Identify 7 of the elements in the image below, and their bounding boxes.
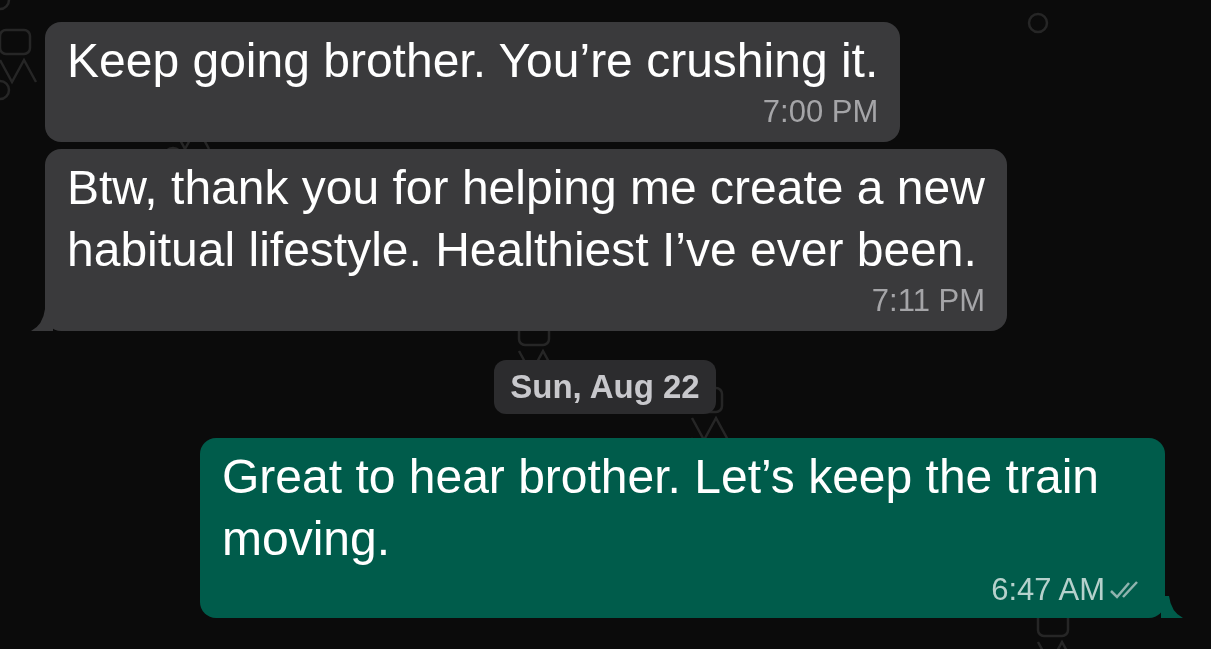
message-text: Btw, thank you for helping me create a new habitual lifestyle. Healthiest I’ve ever been.	[67, 161, 985, 276]
message-time: 7:11 PM	[870, 282, 985, 320]
message-time: 7:00 PM	[761, 93, 879, 131]
message-text: Keep going brother. You’re crushing it.	[67, 34, 879, 87]
message-text: Great to hear brother. Let’s keep the train moving.	[222, 449, 1100, 567]
message-time: 6:47 AM	[991, 571, 1105, 609]
date-label: Sun, Aug 22	[494, 360, 716, 414]
